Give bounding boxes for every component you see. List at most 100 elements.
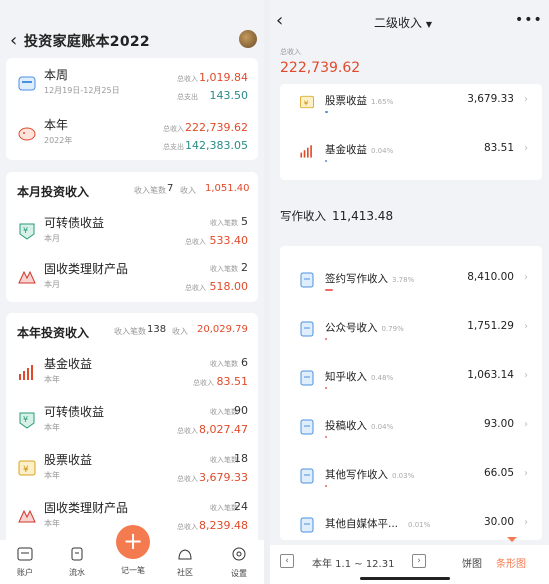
list-item[interactable]: 基金收益 0.04% 83.51 ›: [280, 133, 542, 182]
right-header: ‹ 二级收入 ▼ •••: [270, 0, 549, 44]
row-name: 投稿收入 0.04%: [325, 418, 393, 433]
row-sub: 本年: [44, 423, 60, 432]
percent-bar: [325, 111, 329, 113]
chevron-right-icon: ›: [417, 556, 421, 566]
list-item[interactable]: 投稿收入 0.04% 93.00 ›: [280, 409, 542, 458]
list-item[interactable]: ¥ 股票收益 本年 收入笔数 18 总收入 3,679.33: [6, 445, 258, 493]
tab-bar-chart[interactable]: 条形图: [496, 555, 526, 570]
accounts-icon: [17, 547, 33, 561]
nav-accounts[interactable]: 账户: [5, 546, 45, 578]
chevron-right-icon: ›: [524, 94, 528, 105]
row-name: 固收类理财产品: [44, 262, 129, 276]
next-period-button[interactable]: ›: [412, 554, 426, 568]
section-total: 11,413.48: [332, 209, 394, 223]
document-icon: [300, 517, 314, 533]
total-value: 222,739.62: [280, 60, 361, 76]
row-value: 83.51: [483, 142, 514, 154]
more-icon[interactable]: •••: [515, 12, 543, 28]
chevron-right-icon: ›: [524, 143, 528, 154]
left-screen: ‹ 投资家庭账本2022 本周 12月19日-12月25日 总收入 1,019.…: [0, 0, 264, 584]
row-percent: 0.03%: [392, 472, 415, 480]
income-label: 总收入: [177, 475, 198, 483]
plus-icon: +: [122, 527, 144, 555]
income-value: 8,239.48: [199, 519, 248, 532]
chevron-left-icon: ‹: [285, 556, 289, 566]
row-value: 3,679.33: [467, 93, 514, 105]
income-label: 总收入: [177, 523, 198, 531]
back-icon[interactable]: ‹: [276, 10, 283, 31]
row-percent: 0.01%: [408, 521, 431, 529]
document-icon: [300, 468, 314, 484]
percent-bar: [325, 160, 327, 162]
income-label: 收入: [172, 327, 188, 336]
category-dropdown[interactable]: 二级收入 ▼: [374, 14, 432, 31]
count-label: 收入笔数: [210, 219, 238, 227]
count-value: 138: [147, 324, 167, 335]
income-label: 总收入: [185, 284, 206, 292]
list-item[interactable]: 其他写作收入 0.03% 66.05 ›: [280, 458, 542, 507]
right-screen: ‹ 二级收入 ▼ ••• 总收入 222,739.62 ¥ 股票收益 1.65% …: [270, 0, 549, 584]
nav-label: 设置: [231, 569, 247, 578]
nav-settings[interactable]: 设置: [219, 546, 259, 579]
income-value: 3,679.33: [199, 471, 248, 484]
list-item[interactable]: ¥ 股票收益 1.65% 3,679.33 ›: [280, 84, 542, 133]
document-icon: [300, 370, 314, 386]
total-label: 总收入: [280, 48, 301, 56]
row-value: 30.00: [483, 516, 514, 528]
row-name: 签约写作收入 3.78%: [325, 271, 414, 286]
document-icon: [300, 272, 314, 288]
list-item[interactable]: 签约写作收入 3.78% 8,410.00 ›: [280, 262, 542, 311]
investment-subcategory-card: ¥ 股票收益 1.65% 3,679.33 › 基金收益 0.04% 83.51 ›: [280, 84, 542, 180]
list-item[interactable]: 公众号收入 0.79% 1,751.29 ›: [280, 311, 542, 360]
nav-label: 社区: [177, 568, 193, 577]
svg-text:¥: ¥: [23, 415, 28, 424]
svg-text:¥: ¥: [304, 98, 309, 107]
count-label: 收入笔数: [210, 265, 238, 273]
summary-row-week[interactable]: 本周 12月19日-12月25日 总收入 1,019.84 总支出 143.50: [6, 60, 258, 108]
fixed-income-icon: [18, 270, 36, 284]
row-percent: 0.79%: [381, 325, 404, 333]
row-percent: 0.48%: [371, 374, 394, 382]
year-income-card: 本年投资收入 收入笔数 138 收入 20,029.79 基金收益 本年 收入笔…: [6, 313, 258, 545]
list-item[interactable]: 基金收益 本年 收入笔数 6 总收入 83.51: [6, 349, 258, 397]
income-value: 222,739.62: [185, 121, 248, 134]
nav-flow[interactable]: 流水: [57, 546, 97, 578]
list-item[interactable]: ¥ 可转债收益 本年 收入笔数 90 总收入 8,027.47: [6, 397, 258, 445]
percent-bar: [325, 289, 333, 291]
section-title: 本月投资收入: [17, 185, 90, 199]
chevron-right-icon: ›: [524, 517, 528, 528]
list-item[interactable]: 知乎收入 0.48% 1,063.14 ›: [280, 360, 542, 409]
count-label: 收入笔数: [134, 186, 166, 195]
convertible-bond-icon: ¥: [19, 223, 35, 240]
chevron-right-icon: ›: [524, 468, 528, 479]
add-record-button[interactable]: +: [116, 525, 150, 559]
stock-icon: ¥: [300, 95, 314, 109]
prev-period-button[interactable]: ‹: [280, 554, 294, 568]
income-value: 533.40: [209, 234, 249, 247]
row-name: 股票收益 1.65%: [325, 93, 393, 108]
piggy-bank-icon: [18, 127, 36, 141]
income-label: 总收入: [163, 125, 184, 133]
list-item[interactable]: ¥ 可转债收益 本月 收入笔数 5 总收入 533.40: [6, 208, 258, 256]
chevron-right-icon: ›: [524, 419, 528, 430]
svg-text:¥: ¥: [23, 226, 28, 235]
row-value: 93.00: [483, 418, 514, 430]
count-value: 18: [234, 452, 248, 465]
calendar-wallet-icon: [18, 76, 36, 91]
date-range[interactable]: 本年 1.1 ~ 12.31: [312, 555, 394, 570]
list-item[interactable]: 固收类理财产品 本月 收入笔数 2 总收入 518.00: [6, 254, 258, 302]
summary-row-year[interactable]: 本年 2022年 总收入 222,739.62 总支出 142,383.05: [6, 110, 258, 158]
fund-trend-icon: [300, 145, 312, 158]
row-sub: 本年: [44, 519, 60, 528]
tab-pie-chart[interactable]: 饼图: [462, 555, 482, 570]
nav-community[interactable]: 社区: [165, 546, 205, 578]
avatar[interactable]: [239, 30, 257, 48]
count-label: 收入笔数: [210, 360, 238, 368]
row-name-text: 其他写作收入: [325, 469, 388, 481]
income-label: 总收入: [177, 75, 198, 83]
back-icon[interactable]: ‹: [10, 30, 17, 51]
fund-trend-icon: [19, 365, 33, 380]
row-value: 8,410.00: [467, 271, 514, 283]
writing-income-header: 写作收入 11,413.48: [280, 205, 393, 224]
nav-label: 流水: [69, 568, 85, 577]
